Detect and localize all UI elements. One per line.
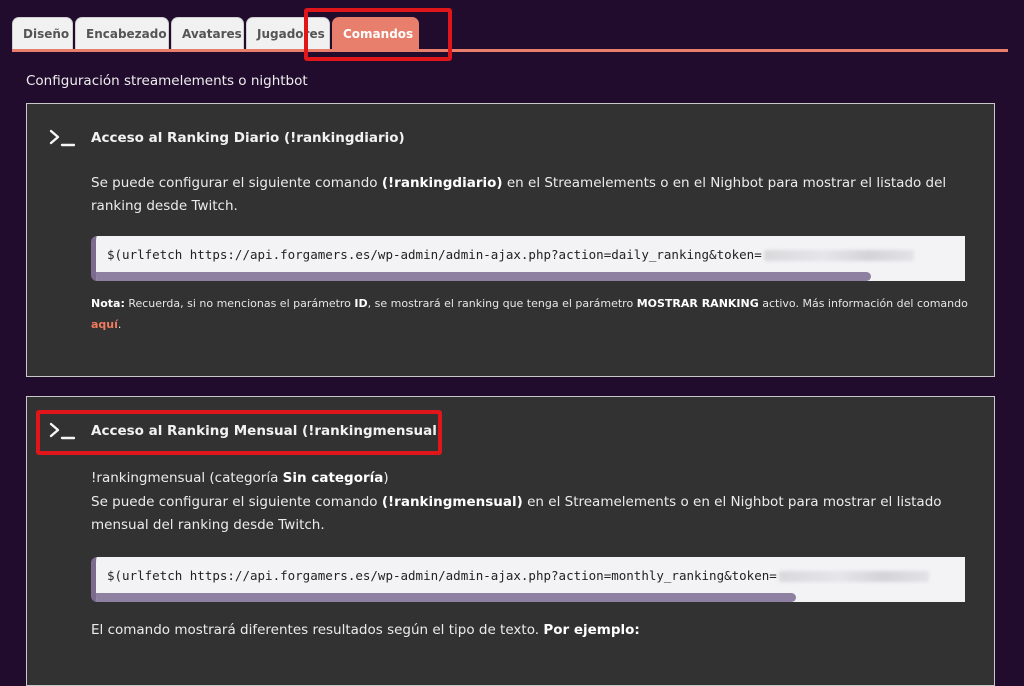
tab-avatares[interactable]: Avatares (171, 17, 244, 49)
monthly-command-code[interactable]: $(urlfetch https://api.forgamers.es/wp-a… (91, 557, 965, 602)
token-redacted (778, 571, 929, 582)
tab-underline (12, 49, 1008, 52)
daily-command-text: $(urlfetch https://api.forgamers.es/wp-a… (107, 247, 762, 262)
more-info-link[interactable]: aquí (91, 318, 118, 331)
tab-bar: Diseño Encabezado Avatares Jugadores Com… (12, 17, 421, 49)
daily-command-code[interactable]: $(urlfetch https://api.forgamers.es/wp-a… (91, 236, 965, 281)
panel-monthly-result: El comando mostrará diferentes resultado… (91, 622, 640, 638)
panel-daily-title: Acceso al Ranking Diario (!rankingdiario… (91, 130, 405, 146)
panel-monthly-category: !rankingmensual (categoría Sin categoría… (91, 470, 389, 486)
panel-daily-description: Se puede configurar el siguiente comando… (91, 175, 947, 214)
terminal-prompt-icon (49, 422, 75, 440)
panel-daily-header: Acceso al Ranking Diario (!rankingdiario… (49, 129, 405, 147)
tab-encabezado[interactable]: Encabezado (75, 17, 169, 49)
panel-monthly-description: Se puede configurar el siguiente comando… (91, 494, 942, 533)
tab-comandos[interactable]: Comandos (332, 17, 419, 49)
panel-monthly-header: Acceso al Ranking Mensual (!rankingmensu… (49, 422, 443, 440)
tab-diseno[interactable]: Diseño (12, 17, 73, 49)
section-intro: Configuración streamelements o nightbot (26, 73, 308, 89)
code-scrollbar[interactable] (96, 272, 871, 281)
terminal-prompt-icon (49, 129, 75, 147)
panel-monthly-title: Acceso al Ranking Mensual (!rankingmensu… (91, 423, 444, 439)
code-scrollbar[interactable] (96, 593, 796, 602)
token-redacted (763, 250, 914, 261)
monthly-command-text: $(urlfetch https://api.forgamers.es/wp-a… (107, 568, 777, 583)
tab-jugadores[interactable]: Jugadores (246, 17, 330, 49)
panel-daily-ranking: Acceso al Ranking Diario (!rankingdiario… (26, 103, 995, 377)
panel-monthly-ranking: Acceso al Ranking Mensual (!rankingmensu… (26, 396, 995, 686)
panel-daily-note: Nota: Recuerda, si no mencionas el parám… (91, 297, 968, 331)
